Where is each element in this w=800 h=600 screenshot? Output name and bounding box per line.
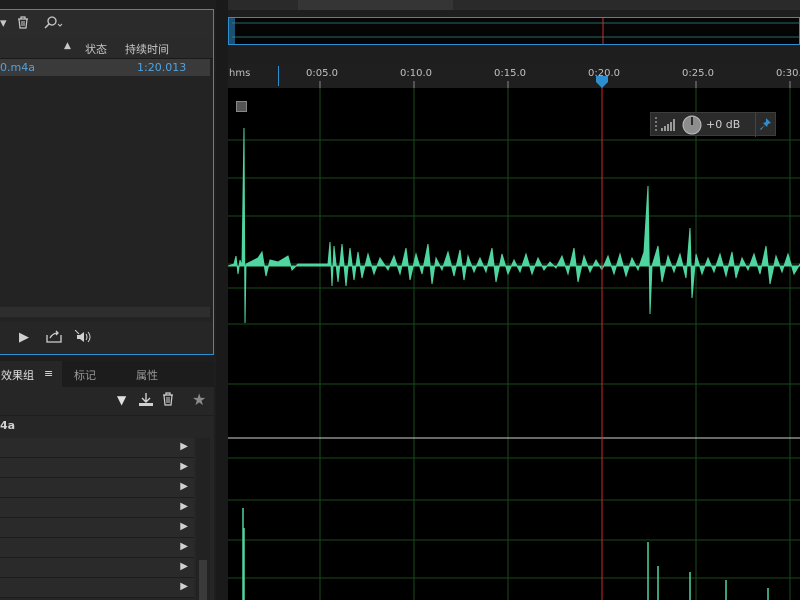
effect-slot[interactable]: ▶: [0, 578, 194, 598]
export-icon[interactable]: [46, 330, 62, 347]
file-duration: 1:20.013: [137, 61, 187, 74]
tab-effects-rack[interactable]: 效果组: [1, 367, 34, 383]
effect-slot[interactable]: ▶: [0, 518, 194, 538]
file-row[interactable]: 0.m4a 1:20.013: [0, 59, 210, 76]
column-duration[interactable]: 持续时间: [125, 41, 169, 57]
effect-slot[interactable]: ▶: [0, 558, 194, 578]
play-icon[interactable]: ▶: [19, 330, 29, 345]
playhead-handle-icon: [596, 76, 608, 88]
volume-hud[interactable]: +0 dB: [650, 112, 776, 138]
overview-waveform[interactable]: [228, 17, 800, 45]
files-column-header: ▲ 状态 持续时间: [0, 38, 213, 59]
slot-arrow-icon[interactable]: ▶: [180, 521, 188, 532]
effects-slot-list: ▶ ▶ ▶ ▶ ▶ ▶ ▶ ▶: [0, 438, 214, 600]
files-scrollbar[interactable]: [0, 307, 210, 317]
hud-divider: [755, 113, 756, 137]
file-name: 0.m4a: [0, 61, 35, 74]
slot-arrow-icon[interactable]: ▶: [180, 561, 188, 572]
hud-grip-icon[interactable]: [655, 116, 659, 135]
search-icon[interactable]: [44, 16, 64, 33]
sort-up-icon[interactable]: ▲: [64, 41, 71, 51]
level-meter-icon: [661, 117, 677, 134]
files-transport-bar: ▶: [0, 322, 213, 354]
effect-slot[interactable]: ▶: [0, 458, 194, 478]
editor-tab-active[interactable]: [298, 0, 453, 10]
slot-arrow-icon[interactable]: ▶: [180, 441, 188, 452]
files-toolbar: ▾: [0, 10, 213, 38]
slot-arrow-icon[interactable]: ▶: [180, 581, 188, 592]
effects-tab-bar: 效果组 ≡ 标记 属性: [0, 361, 214, 387]
waveform-display[interactable]: [228, 88, 800, 600]
waveform-right-channel: [242, 508, 769, 600]
effect-slot[interactable]: ▶: [0, 538, 194, 558]
effect-slot[interactable]: ▶: [0, 438, 194, 458]
volume-value: +0 dB: [706, 118, 741, 131]
zoom-corner-icon[interactable]: [236, 101, 247, 112]
tab-markers[interactable]: 标记: [74, 367, 96, 383]
waveform-left-channel: [228, 127, 800, 324]
effects-toolbar: ▼ ★: [0, 387, 214, 415]
slot-arrow-icon[interactable]: ▶: [180, 541, 188, 552]
chevron-down-icon[interactable]: ▾: [0, 16, 7, 31]
panel-menu-icon[interactable]: ≡: [44, 367, 53, 380]
timeline-ruler[interactable]: hms 0:05.0 0:10.0 0:15.0 0:20.0 0:25.0 0…: [228, 64, 800, 89]
effect-slot[interactable]: ▶: [0, 478, 194, 498]
trash-icon[interactable]: [162, 392, 174, 409]
pin-icon[interactable]: [760, 117, 772, 134]
save-preset-icon[interactable]: [138, 393, 154, 410]
slot-arrow-icon[interactable]: ▶: [180, 461, 188, 472]
files-panel: ▾ ▲ 状态 持续时间 0.m4a 1:20.013 ▶: [0, 9, 214, 355]
volume-knob-icon[interactable]: [682, 115, 702, 138]
tab-properties[interactable]: 属性: [136, 367, 158, 383]
slot-arrow-icon[interactable]: ▶: [180, 481, 188, 492]
panel-separator[interactable]: [216, 0, 228, 600]
column-status[interactable]: 状态: [85, 41, 107, 57]
editor-tab-strip: [228, 0, 800, 10]
ruler-ticks: [319, 76, 791, 88]
slot-arrow-icon[interactable]: ▶: [180, 501, 188, 512]
effects-preset-row: 4a: [0, 416, 214, 439]
favorite-star-icon[interactable]: ★: [192, 390, 206, 409]
preset-file-name: 4a: [0, 419, 16, 432]
speaker-icon[interactable]: [74, 329, 92, 348]
effect-slot[interactable]: ▶: [0, 498, 194, 518]
trash-icon[interactable]: [17, 16, 29, 33]
effects-scrollbar-thumb[interactable]: [199, 560, 207, 600]
preset-dropdown-icon[interactable]: ▼: [117, 393, 126, 407]
